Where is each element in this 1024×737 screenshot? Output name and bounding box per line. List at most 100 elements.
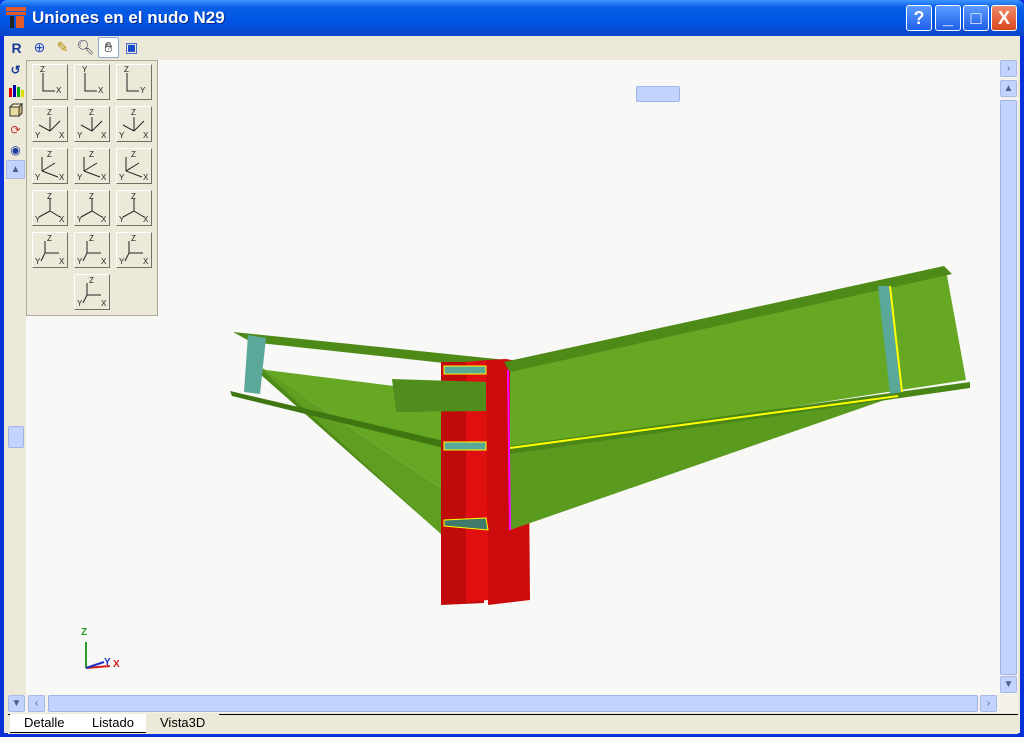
view-preset-button[interactable]: Z X Y	[116, 106, 152, 142]
view-preset-button[interactable]: YX	[74, 64, 110, 100]
axis-letter: X	[101, 131, 107, 140]
edit-pencil-icon[interactable]: ✎	[52, 37, 73, 58]
3d-viewport[interactable]: Z Y X	[26, 60, 1000, 695]
axis-letter: Z	[89, 108, 94, 117]
view-preset-button[interactable]: Z X Y	[116, 190, 152, 226]
view-preset-button[interactable]: Z X Y	[74, 148, 110, 184]
axis-letter: Z	[47, 150, 52, 159]
axis-letter: X	[59, 257, 65, 266]
axis-letter: Y	[35, 215, 41, 224]
axis-x-label: X	[113, 659, 120, 670]
stiffener-top	[443, 365, 487, 375]
axis-letter: X	[56, 86, 62, 95]
view-preset-button[interactable]: Z X Y	[116, 232, 152, 268]
axis-letter: Z	[89, 234, 94, 243]
axis-letter: Z	[131, 108, 136, 117]
scroll-left-button[interactable]: ‹	[28, 695, 45, 712]
axis-letter: Y	[119, 173, 125, 182]
axis-z-label: Z	[81, 627, 88, 638]
toolbar: R ⊕ ✎ 🔍︎ ✋︎ ▣	[6, 37, 142, 59]
view-preset-button[interactable]: ZY	[116, 64, 152, 100]
view-preset-button[interactable]: Z X Y	[32, 232, 68, 268]
axis-letter: Z	[131, 192, 136, 201]
tab-bar: Detalle Listado Vista3D	[8, 714, 1018, 734]
view-preset-button[interactable]: Z X Y	[32, 190, 68, 226]
eye-icon[interactable]: ◉	[6, 140, 25, 159]
axis-letter: Z	[89, 150, 94, 159]
tab-detalle[interactable]: Detalle	[10, 714, 79, 733]
axis-letter: Y	[77, 173, 83, 182]
view-preset-button[interactable]: Z X Y	[74, 106, 110, 142]
horizontal-scroll-thumb[interactable]	[48, 695, 978, 712]
axis-letter: Y	[119, 257, 125, 266]
pan-rotate-icon[interactable]: R	[6, 37, 27, 58]
minimize-button[interactable]: _	[935, 5, 961, 31]
axis-letter: X	[98, 86, 104, 95]
axis-letter: X	[101, 299, 107, 308]
window-title: Uniones en el nudo N29	[32, 8, 225, 27]
scroll-up-button[interactable]: ▲	[1000, 80, 1017, 97]
window-export-icon[interactable]: ▣	[121, 37, 142, 58]
axis-letter: Z	[47, 234, 52, 243]
view-preset-button[interactable]: Z X Y	[74, 232, 110, 268]
horizontal-scrollbar[interactable]: ▼ ‹ ›	[8, 695, 1018, 713]
tab-listado[interactable]: Listado	[78, 714, 148, 733]
axis-letter: X	[101, 215, 107, 224]
scroll-right-button[interactable]: ›	[980, 695, 997, 712]
scroll-down-left-button[interactable]: ▼	[8, 695, 25, 712]
stiffener-mid	[443, 441, 487, 451]
left-end-plate	[244, 335, 266, 394]
axis-letter: Z	[47, 108, 52, 117]
zoom-all-icon[interactable]: ⊕	[29, 37, 50, 58]
vertical-scrollbar[interactable]: › ▲ ▼	[1000, 60, 1018, 695]
stub-beam	[392, 379, 486, 412]
orbit-cube-icon[interactable]: ⟳	[6, 120, 25, 139]
axis-letter: Z	[89, 276, 94, 285]
scroll-down-button[interactable]: ▼	[1000, 676, 1017, 693]
axis-letter: Z	[89, 192, 94, 201]
zoom-window-icon[interactable]: 🔍︎	[75, 37, 96, 58]
3d-model	[85, 266, 970, 669]
axis-letter: X	[143, 215, 149, 224]
view-preset-button[interactable]: Z X Y	[74, 274, 110, 310]
axis-letter: X	[59, 173, 65, 182]
axis-letter: Y	[140, 86, 146, 95]
colors-chart-icon[interactable]	[6, 80, 25, 99]
axis-y-label: Y	[104, 657, 111, 668]
tab-vista3d[interactable]: Vista3D	[146, 714, 220, 733]
axis-letter: Z	[47, 192, 52, 201]
axis-letter: Y	[82, 65, 88, 74]
left-pan-thumb[interactable]	[8, 426, 24, 448]
app-icon	[6, 7, 26, 28]
view-preset-button[interactable]: Z X Y	[32, 148, 68, 184]
axis-letter: Y	[119, 131, 125, 140]
axis-letter: Y	[77, 131, 83, 140]
view-preset-button[interactable]: Z X Y	[32, 106, 68, 142]
axis-letter: X	[59, 215, 65, 224]
solid-cube-icon[interactable]	[6, 100, 25, 119]
scroll-right-button[interactable]: ›	[1000, 60, 1017, 77]
view-preset-button[interactable]: Z X Y	[116, 148, 152, 184]
axis-letter: X	[143, 131, 149, 140]
maximize-button[interactable]: □	[963, 5, 989, 31]
rotate-icon[interactable]: ↺	[6, 60, 25, 79]
scroll-up-button[interactable]: ▲	[6, 160, 25, 179]
axis-letter: Y	[35, 131, 41, 140]
close-button[interactable]: X	[991, 5, 1017, 31]
axis-letter: X	[59, 131, 65, 140]
vertical-scroll-thumb[interactable]	[1000, 100, 1017, 675]
hand-icon[interactable]: ✋︎	[98, 37, 119, 58]
axis-letter: X	[101, 257, 107, 266]
horizontal-pan-thumb[interactable]	[636, 86, 680, 102]
window-client: R ⊕ ✎ 🔍︎ ✋︎ ▣ Z Y X ↺ ⟳ ◉ ▲ Z X Y X Z Y …	[4, 36, 1020, 734]
view-preset-button[interactable]: ZX	[32, 64, 68, 100]
axis-letter: X	[101, 173, 107, 182]
help-button[interactable]: ?	[906, 5, 932, 31]
side-toolbar: ↺ ⟳ ◉ ▲	[6, 60, 25, 179]
axis-letter: Z	[40, 65, 45, 74]
title-bar: Uniones en el nudo N29 ? _ □ X	[0, 0, 1024, 36]
axis-letter: X	[143, 173, 149, 182]
view-preset-button[interactable]: Z X Y	[74, 190, 110, 226]
axis-letter: Y	[119, 215, 125, 224]
axis-letter: Z	[131, 150, 136, 159]
